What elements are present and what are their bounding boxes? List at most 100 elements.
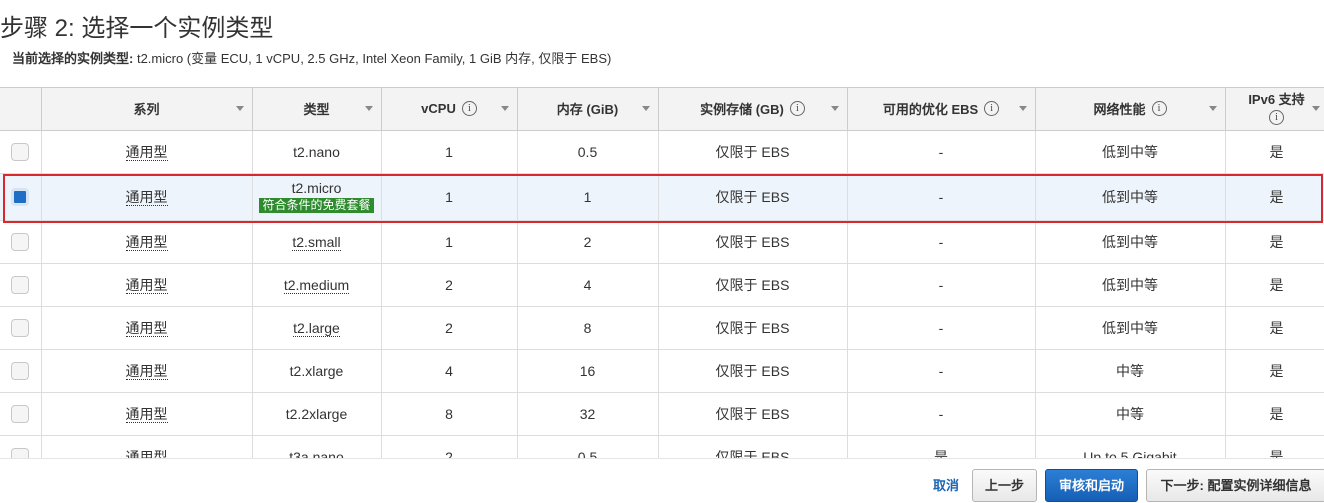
ipv6-cell: 是 [1225, 306, 1324, 350]
column-header-memory-label: 内存 (GiB) [556, 102, 619, 118]
sort-caret-icon[interactable] [1018, 106, 1027, 111]
type-cell: t2.medium [252, 263, 382, 307]
previous-button[interactable]: 上一步 [972, 469, 1037, 502]
storage-cell: 仅限于 EBS [658, 392, 848, 436]
current-selection-label: 当前选择的实例类型: [12, 51, 134, 66]
column-header-ipv6[interactable]: IPv6 支持 i [1225, 88, 1324, 131]
sort-caret-icon[interactable] [830, 106, 839, 111]
vcpu-cell: 2 [381, 306, 518, 350]
table-row[interactable]: 通用型 t2.2xlarge 8 32 仅限于 EBS - 中等 是 [0, 392, 1324, 436]
family-cell: 通用型 [41, 435, 253, 458]
info-icon[interactable]: i [984, 101, 1000, 117]
page-title: 步骤 2: 选择一个实例类型 [0, 15, 274, 42]
row-select-cell [0, 173, 42, 221]
ebs-optimized-cell: - [847, 349, 1036, 393]
column-header-vcpu[interactable]: vCPU i [381, 88, 518, 131]
storage-cell: 仅限于 EBS [658, 306, 848, 350]
storage-cell: 仅限于 EBS [658, 130, 848, 174]
row-checkbox[interactable] [11, 361, 30, 380]
cancel-button[interactable]: 取消 [924, 469, 968, 502]
memory-cell: 0.5 [517, 130, 659, 174]
row-select-cell [0, 130, 42, 174]
type-label: t2.xlarge [289, 362, 344, 379]
column-header-ebs-optimized[interactable]: 可用的优化 EBS i [847, 88, 1036, 131]
table-header-row: 系列 类型 vCPU i 内存 (GiB) 实例存储 (GB) i 可用的优化 EB… [0, 88, 1324, 131]
table-row[interactable]: 通用型 t2.large 2 8 仅限于 EBS - 低到中等 是 [0, 306, 1324, 350]
column-header-vcpu-label: vCPU [421, 101, 456, 117]
type-label: t2.nano [293, 143, 340, 160]
info-icon[interactable]: i [461, 101, 477, 117]
column-header-memory[interactable]: 内存 (GiB) [517, 88, 659, 131]
type-cell: t2.nano [252, 130, 382, 174]
ebs-optimized-cell: - [847, 130, 1036, 174]
ipv6-cell: 是 [1225, 220, 1324, 264]
select-column-header [0, 88, 42, 131]
sort-caret-icon[interactable] [364, 106, 373, 111]
row-checkbox[interactable] [11, 142, 30, 161]
row-select-cell [0, 349, 42, 393]
network-cell: 中等 [1035, 349, 1226, 393]
vcpu-cell: 1 [381, 173, 518, 221]
network-cell: Up to 5 Gigabit [1035, 435, 1226, 458]
sort-caret-icon[interactable] [1208, 106, 1217, 111]
memory-cell: 4 [517, 263, 659, 307]
table-row[interactable]: 通用型 t2.xlarge 4 16 仅限于 EBS - 中等 是 [0, 349, 1324, 393]
row-checkbox-checked[interactable] [11, 187, 30, 206]
ebs-optimized-cell: - [847, 306, 1036, 350]
ebs-optimized-cell: 是 [847, 435, 1036, 458]
column-header-type-label: 类型 [303, 102, 330, 118]
row-checkbox[interactable] [11, 404, 30, 423]
column-header-family[interactable]: 系列 [41, 88, 253, 131]
family-cell: 通用型 [41, 263, 253, 307]
network-cell: 低到中等 [1035, 306, 1226, 350]
info-icon[interactable]: i [1268, 110, 1284, 126]
memory-cell: 2 [517, 220, 659, 264]
next-configure-instance-button[interactable]: 下一步: 配置实例详细信息 [1146, 469, 1324, 502]
table-row-selected[interactable]: 通用型 t2.micro 符合条件的免费套餐 1 1 仅限于 EBS - 低到中等… [0, 173, 1324, 221]
vcpu-cell: 8 [381, 392, 518, 436]
table-row[interactable]: 通用型 t3a.nano 2 0.5 仅限于 EBS 是 Up to 5 Gig… [0, 435, 1324, 458]
family-label: 通用型 [125, 188, 168, 206]
family-label: 通用型 [125, 233, 168, 251]
row-select-cell [0, 220, 42, 264]
family-cell: 通用型 [41, 220, 253, 264]
row-select-cell [0, 306, 42, 350]
sort-caret-icon[interactable] [1311, 106, 1320, 111]
storage-cell: 仅限于 EBS [658, 220, 848, 264]
memory-cell: 1 [517, 173, 659, 221]
vcpu-cell: 1 [381, 130, 518, 174]
network-cell: 低到中等 [1035, 220, 1226, 264]
instance-type-table: 系列 类型 vCPU i 内存 (GiB) 实例存储 (GB) i 可用的优化 EB… [0, 87, 1324, 458]
memory-cell: 16 [517, 349, 659, 393]
family-label: 通用型 [125, 319, 168, 337]
type-cell: t2.micro 符合条件的免费套餐 [252, 173, 382, 221]
type-cell: t2.2xlarge [252, 392, 382, 436]
vcpu-cell: 2 [381, 263, 518, 307]
row-checkbox[interactable] [11, 318, 30, 337]
column-header-type[interactable]: 类型 [252, 88, 382, 131]
storage-cell: 仅限于 EBS [658, 349, 848, 393]
vcpu-cell: 2 [381, 435, 518, 458]
sort-caret-icon[interactable] [500, 106, 509, 111]
column-header-ipv6-label: IPv6 支持 [1248, 92, 1305, 108]
ebs-optimized-cell: - [847, 392, 1036, 436]
sort-caret-icon[interactable] [641, 106, 650, 111]
row-select-cell [0, 263, 42, 307]
column-header-storage-label: 实例存储 (GB) [700, 102, 784, 118]
review-and-launch-button[interactable]: 审核和启动 [1045, 469, 1138, 502]
info-icon[interactable]: i [1151, 101, 1167, 117]
row-checkbox[interactable] [11, 447, 30, 458]
row-checkbox[interactable] [11, 275, 30, 294]
vcpu-cell: 1 [381, 220, 518, 264]
sort-caret-icon[interactable] [235, 106, 244, 111]
column-header-storage[interactable]: 实例存储 (GB) i [658, 88, 848, 131]
info-icon[interactable]: i [789, 101, 805, 117]
type-label: t2.large [293, 319, 340, 337]
column-header-network[interactable]: 网络性能 i [1035, 88, 1226, 131]
table-row[interactable]: 通用型 t2.medium 2 4 仅限于 EBS - 低到中等 是 [0, 263, 1324, 307]
table-row[interactable]: 通用型 t2.nano 1 0.5 仅限于 EBS - 低到中等 是 [0, 130, 1324, 174]
network-cell: 低到中等 [1035, 263, 1226, 307]
table-row[interactable]: 通用型 t2.small 1 2 仅限于 EBS - 低到中等 是 [0, 220, 1324, 264]
family-label: 通用型 [125, 143, 168, 161]
row-checkbox[interactable] [11, 232, 30, 251]
